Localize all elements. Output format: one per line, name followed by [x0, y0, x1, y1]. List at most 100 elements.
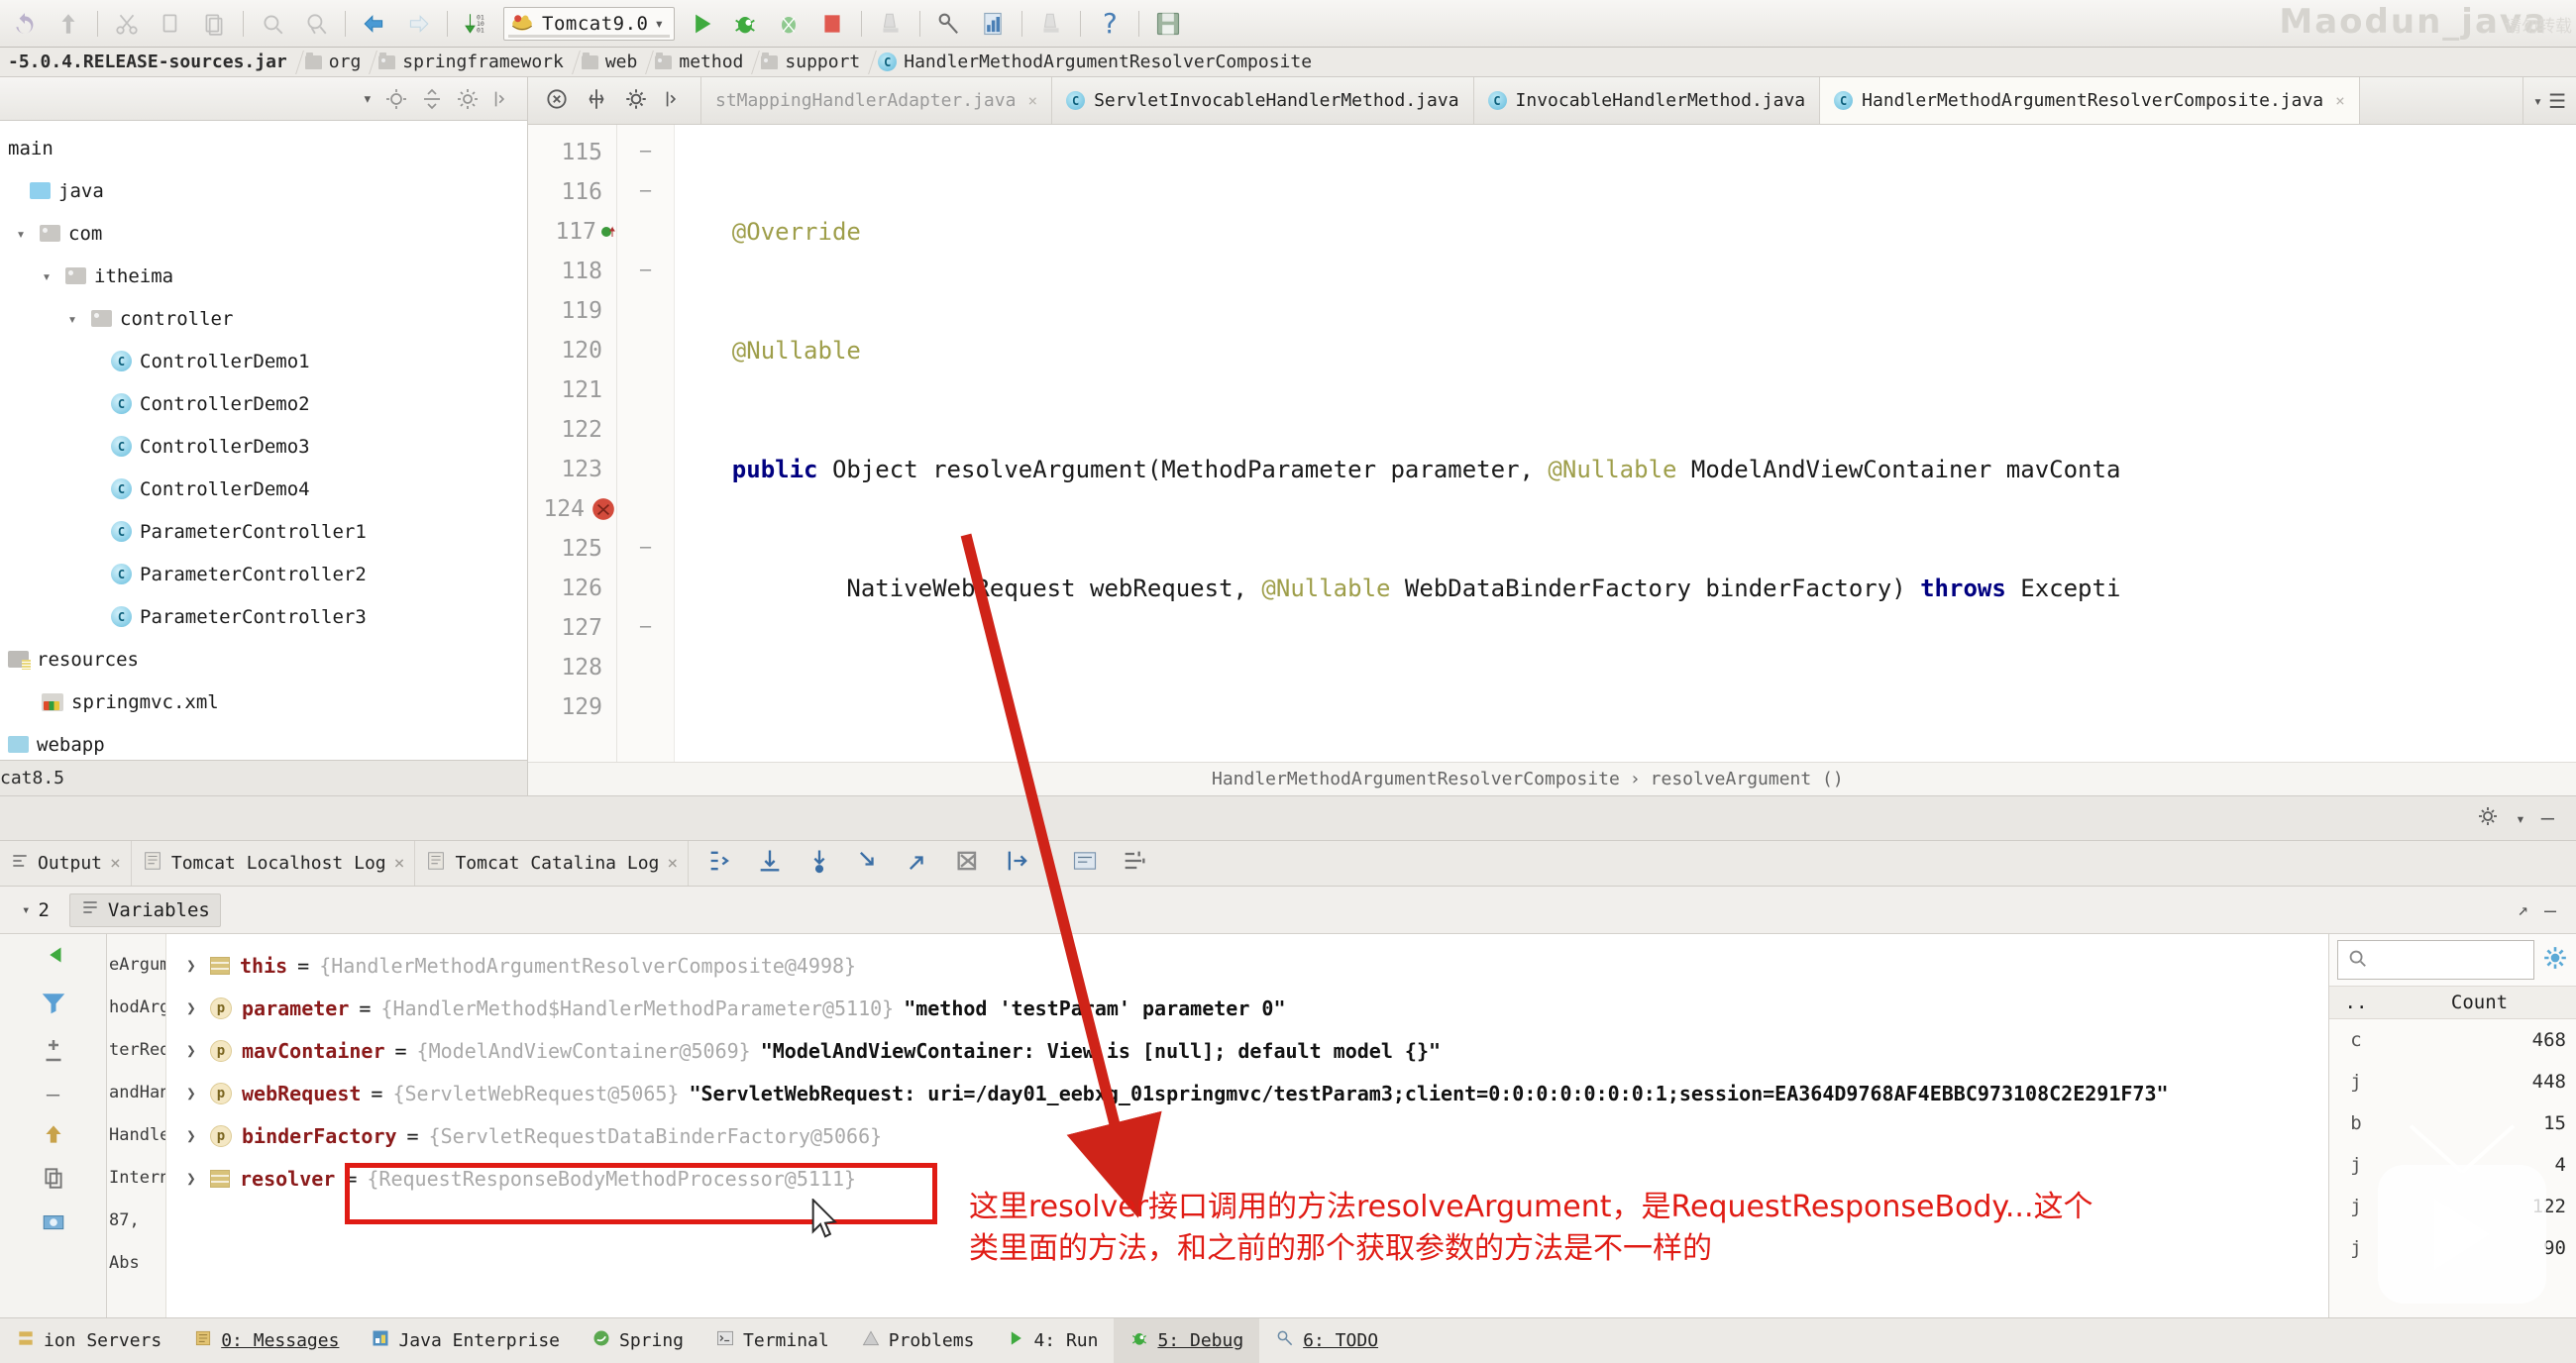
chevron-down-icon[interactable]: ▾	[363, 89, 373, 109]
expand-icon[interactable]	[544, 86, 570, 116]
mute-breakpoints-icon[interactable]	[39, 1035, 68, 1069]
tree-item-parametercontroller2[interactable]: C ParameterController2	[0, 553, 527, 595]
breadcrumb-item-jar[interactable]: -5.0.4.RELEASE-sources.jar	[2, 48, 299, 76]
settings-wrench-icon[interactable]	[928, 4, 970, 44]
status-breadcrumb-class[interactable]: HandlerMethodArgumentResolverComposite	[1212, 769, 1620, 789]
variable-row-parameter[interactable]: ❯ p parameter = {HandlerMethod$HandlerMe…	[166, 987, 2328, 1029]
fold-marker[interactable]: ─	[617, 608, 674, 648]
locate-icon[interactable]	[384, 87, 408, 111]
statusbar-item-run[interactable]: 4: Run	[990, 1318, 1114, 1363]
gear-icon[interactable]	[623, 86, 649, 116]
editor-tab-overflow[interactable]: ▾ ☰	[2522, 77, 2576, 124]
list-icon[interactable]: ☰	[2548, 89, 2566, 113]
line-number-breakpoint[interactable]: 124	[528, 489, 616, 529]
replace-icon[interactable]	[295, 4, 337, 44]
editor-tab-1[interactable]: C ServletInvocableHandlerMethod.java	[1052, 77, 1474, 124]
tree-item-com[interactable]: ▾ com	[0, 212, 527, 255]
close-icon[interactable]: ×	[2335, 91, 2345, 110]
gear-icon[interactable]	[456, 87, 480, 111]
step-over-icon[interactable]	[756, 847, 784, 880]
statusbar-item-terminal[interactable]: Terminal	[699, 1318, 845, 1363]
code-editor[interactable]: 115 116 117 118 119 120 121 122 123 124 …	[528, 125, 2576, 762]
tree-item-controller[interactable]: ▾ controller	[0, 297, 527, 340]
frame-item[interactable]: eArgumen	[107, 944, 165, 987]
compile-icon[interactable]: 01 10 01	[456, 4, 497, 44]
fold-marker[interactable]: ─	[617, 172, 674, 212]
debug-tab-tomcat-localhost-log[interactable]: Tomcat Localhost Log ×	[132, 841, 416, 886]
coverage-icon[interactable]	[768, 4, 809, 44]
right-panel-row[interactable]: c 468	[2329, 1019, 2576, 1061]
chevron-down-icon[interactable]: ▾	[36, 267, 57, 285]
update-icon[interactable]	[870, 4, 912, 44]
tree-item-main[interactable]: main	[0, 127, 527, 169]
close-icon[interactable]: ×	[1027, 91, 1037, 110]
save-all-icon[interactable]	[1147, 4, 1189, 44]
cut-icon[interactable]	[106, 4, 148, 44]
debug-icon[interactable]	[724, 4, 766, 44]
column-header-key[interactable]: ..	[2329, 992, 2383, 1013]
frame-item[interactable]: andHandl	[107, 1072, 165, 1114]
fold-marker[interactable]: ─	[617, 252, 674, 291]
column-header-count[interactable]: Count	[2383, 992, 2576, 1013]
minimize-icon[interactable]: –	[2541, 806, 2554, 831]
editor-tab-2[interactable]: C InvocableHandlerMethod.java	[1474, 77, 1821, 124]
run-icon[interactable]	[681, 4, 722, 44]
tree-item-parametercontroller1[interactable]: C ParameterController1	[0, 510, 527, 553]
statusbar-item-problems[interactable]: Problems	[845, 1318, 991, 1363]
tree-item-controllerdemo4[interactable]: C ControllerDemo4	[0, 468, 527, 510]
fold-marker[interactable]: ─	[617, 529, 674, 569]
statusbar-item-application-servers[interactable]: ion Servers	[0, 1318, 177, 1363]
right-panel-row[interactable]: b 15	[2329, 1102, 2576, 1144]
stop-icon[interactable]	[811, 4, 853, 44]
tree-item-controllerdemo3[interactable]: C ControllerDemo3	[0, 425, 527, 468]
chevron-right-icon[interactable]: ❯	[182, 1084, 200, 1102]
copy-icon[interactable]	[150, 4, 191, 44]
close-icon[interactable]: ×	[667, 853, 678, 874]
close-icon[interactable]: ×	[110, 853, 121, 874]
hammer-icon[interactable]	[1030, 4, 1072, 44]
chevron-down-icon[interactable]: ▾	[10, 225, 32, 243]
drop-frame-icon[interactable]	[954, 847, 982, 880]
tree-item-itheima[interactable]: ▾ itheima	[0, 255, 527, 297]
evaluate-expression-icon[interactable]	[1071, 847, 1099, 880]
split-icon[interactable]	[584, 86, 609, 116]
tree-item-java[interactable]: java	[0, 169, 527, 212]
help-icon[interactable]: ?	[1089, 4, 1130, 44]
frame-item[interactable]: hodArgum	[107, 987, 165, 1029]
debug-frames-list[interactable]: eArgumen hodArgum terRequ andHandl Handl…	[107, 934, 166, 1317]
settings-layout-icon[interactable]	[1121, 847, 1148, 880]
chevron-right-icon[interactable]: ❯	[182, 1169, 200, 1188]
editor-tab-3[interactable]: C HandlerMethodArgumentResolverComposite…	[1820, 77, 2360, 124]
back-icon[interactable]	[354, 4, 395, 44]
resume-icon[interactable]	[39, 940, 68, 974]
show-execution-point-icon[interactable]	[706, 847, 734, 880]
copy-icon[interactable]	[41, 1165, 66, 1195]
undo-icon[interactable]	[4, 4, 46, 44]
tree-item-controllerdemo2[interactable]: C ControllerDemo2	[0, 382, 527, 425]
debug-tab-tomcat-catalina-log[interactable]: Tomcat Catalina Log ×	[415, 841, 690, 886]
statusbar-item-messages[interactable]: 0: Messages	[177, 1318, 355, 1363]
forward-icon[interactable]	[397, 4, 439, 44]
breadcrumb-item-org[interactable]: org	[299, 48, 374, 76]
hide-panel-icon[interactable]	[663, 88, 685, 114]
minimize-icon[interactable]: –	[2544, 898, 2556, 922]
filter-icon[interactable]	[39, 988, 68, 1021]
status-breadcrumb-method[interactable]: resolveArgument ()	[1651, 769, 1844, 789]
run-to-cursor-icon[interactable]	[1004, 847, 1031, 880]
frame-item[interactable]: HandlerM	[107, 1114, 165, 1157]
chevron-down-icon[interactable]: ▾	[2516, 809, 2525, 828]
breadcrumb-item-class[interactable]: C HandlerMethodArgumentResolverComposite	[872, 48, 1324, 76]
camera-icon[interactable]	[41, 1208, 66, 1238]
step-into-icon[interactable]	[805, 847, 833, 880]
structure-icon[interactable]	[972, 4, 1014, 44]
code-folding-gutter[interactable]: ─ ─ ─ ─ ─	[617, 125, 675, 762]
variables-tab[interactable]: Variables	[68, 892, 221, 927]
debug-tab-output[interactable]: Output ×	[0, 841, 132, 886]
tree-item-webapp[interactable]: webapp	[0, 723, 527, 760]
chevron-right-icon[interactable]: ❯	[182, 1041, 200, 1060]
variable-row-webrequest[interactable]: ❯ p webRequest = {ServletWebRequest@5065…	[166, 1072, 2328, 1114]
code-text[interactable]: @Override @Nullable public Object resolv…	[675, 125, 2576, 762]
arrow-up-icon[interactable]	[41, 1121, 66, 1151]
breadcrumb-item-method[interactable]: method	[649, 48, 755, 76]
force-step-into-icon[interactable]	[855, 847, 883, 880]
